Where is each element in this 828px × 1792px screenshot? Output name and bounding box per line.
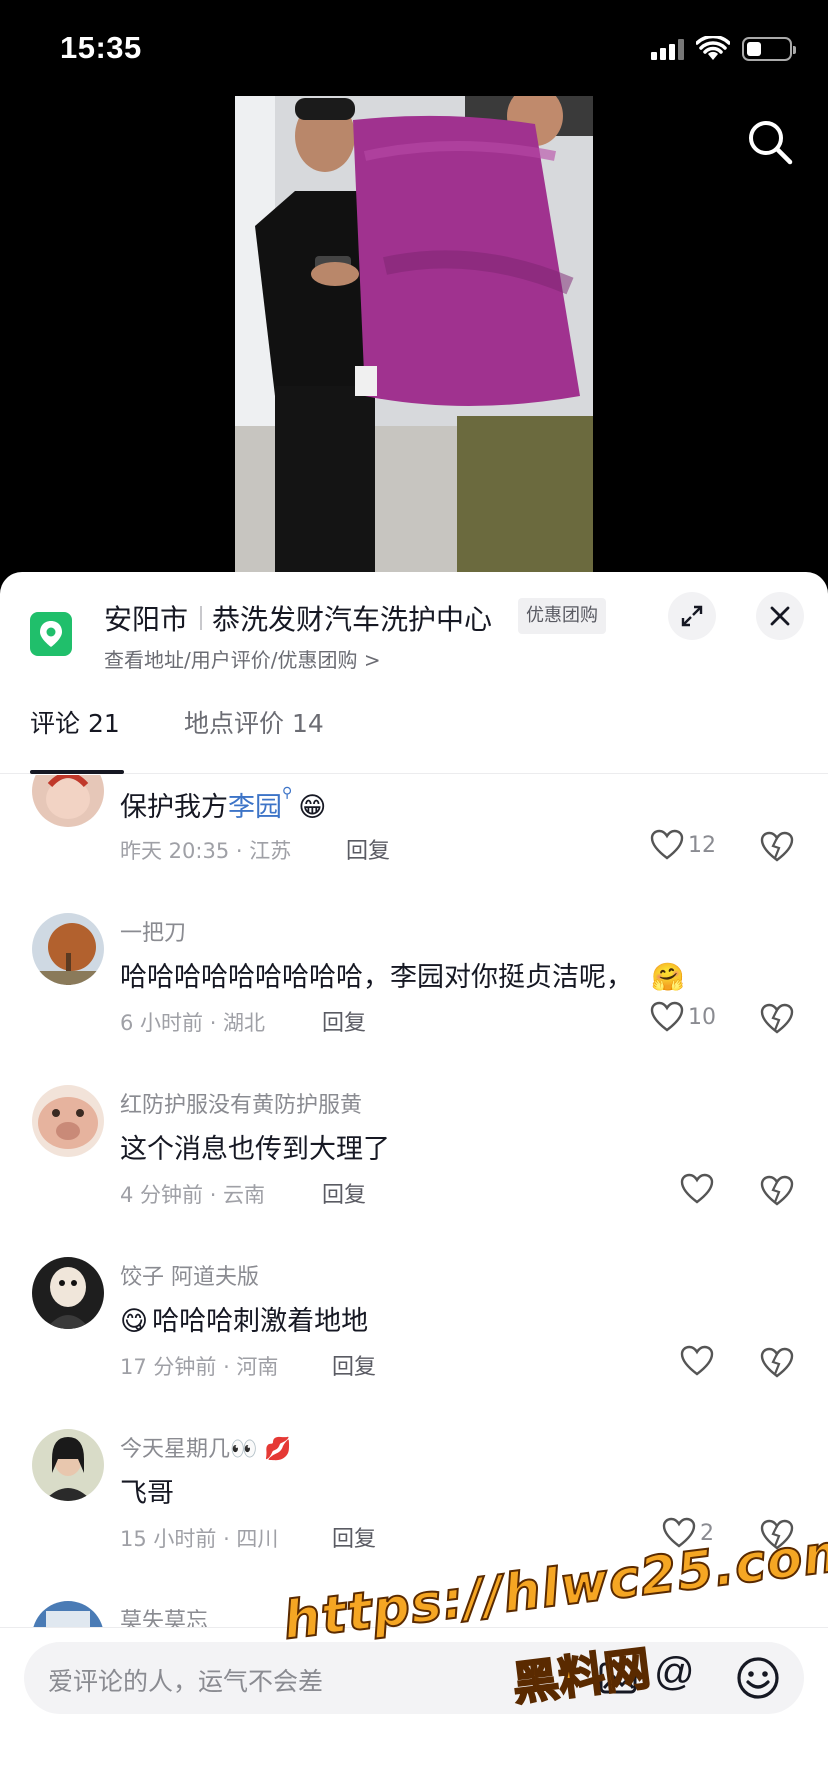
close-button[interactable]	[756, 592, 804, 640]
image-icon[interactable]	[598, 1658, 638, 1698]
promo-tag[interactable]: 优惠团购	[518, 598, 606, 634]
location-links[interactable]: 查看地址/用户评价/优惠团购 >	[104, 644, 381, 673]
tab-comments[interactable]: 评论 21	[30, 704, 120, 740]
search-icon[interactable]	[742, 114, 798, 170]
comment-text: 飞哥	[120, 1478, 174, 1509]
username[interactable]: 一把刀	[120, 915, 186, 947]
heart-icon	[680, 1173, 714, 1204]
broken-heart-icon[interactable]	[760, 1519, 794, 1551]
location-header[interactable]: 安阳市 恭洗发财汽车洗护中心 优惠团购 查看地址/用户评价/优惠团购 >	[0, 572, 828, 682]
username[interactable]: 今天星期几👀 💋	[120, 1431, 292, 1463]
comment-input[interactable]: 爱评论的人，运气不会差 @	[24, 1642, 804, 1714]
comment-meta: 4 分钟前 · 云南	[120, 1183, 266, 1207]
comment-item: 一把刀 哈哈哈哈哈哈哈哈哈，李园对你挺贞洁呢， 🤗 6 小时前 · 湖北 回复 1…	[0, 913, 828, 1085]
reply-button[interactable]: 回复	[322, 1005, 366, 1037]
emoji-icon[interactable]	[734, 1654, 782, 1702]
video-frame	[235, 96, 593, 572]
broken-heart-icon[interactable]	[760, 1003, 794, 1035]
heart-icon	[680, 1345, 714, 1376]
search-icon: ⚲	[282, 785, 293, 801]
like-count: 2	[700, 1520, 714, 1546]
comment-text: 这个消息也传到大理了	[120, 1134, 390, 1165]
comment-text: 哈哈哈哈哈哈哈哈哈，李园对你挺贞洁呢， 🤗	[120, 962, 685, 993]
like-button[interactable]: 12	[650, 829, 716, 861]
location-place[interactable]: 恭洗发财汽车洗护中心	[212, 598, 492, 638]
divider	[200, 606, 202, 630]
expand-icon	[681, 605, 703, 627]
location-pin-icon	[30, 612, 72, 656]
comment-item: 保护我方李园⚲ 😁 昨天 20:35 · 江苏 回复 12	[0, 775, 828, 913]
wifi-icon	[696, 36, 730, 60]
tab-active-indicator	[30, 770, 124, 774]
heart-icon	[650, 1001, 684, 1032]
comment-sheet: 安阳市 恭洗发财汽车洗护中心 优惠团购 查看地址/用户评价/优惠团购 > 评论 …	[0, 572, 828, 1792]
status-icons	[651, 36, 796, 62]
username[interactable]: 饺子 阿道夫版	[120, 1259, 259, 1291]
comment-text: 😋 哈哈哈刺激着地地	[120, 1306, 369, 1337]
location-city: 安阳市	[104, 603, 189, 636]
video-player[interactable]	[0, 96, 828, 572]
video-still	[235, 96, 593, 572]
reply-button[interactable]: 回复	[322, 1177, 366, 1209]
avatar[interactable]	[32, 775, 104, 827]
tab-bar: 评论 21 地点评价 14	[0, 690, 828, 774]
like-count: 12	[688, 832, 716, 858]
comment-item: 红防护服没有黄防护服黄 这个消息也传到大理了 4 分钟前 · 云南 回复	[0, 1085, 828, 1257]
reply-button[interactable]: 回复	[346, 833, 390, 865]
broken-heart-icon[interactable]	[760, 1175, 794, 1207]
comment-meta: 6 小时前 · 湖北	[120, 1011, 266, 1035]
avatar[interactable]	[32, 1085, 104, 1157]
battery-icon	[742, 37, 796, 61]
input-placeholder: 爱评论的人，运气不会差	[48, 1667, 324, 1696]
expand-button[interactable]	[668, 592, 716, 640]
close-icon	[770, 606, 790, 626]
comment-item: 今天星期几👀 💋 飞哥 15 小时前 · 四川 回复 2	[0, 1429, 828, 1601]
like-button[interactable]	[680, 1345, 714, 1377]
reply-button[interactable]: 回复	[332, 1349, 376, 1381]
like-button[interactable]: 2	[662, 1517, 714, 1549]
status-time: 15:35	[60, 30, 142, 65]
username[interactable]: 红防护服没有黄防护服黄	[120, 1087, 362, 1119]
like-button[interactable]: 10	[650, 1001, 716, 1033]
comment-list[interactable]: 保护我方李园⚲ 😁 昨天 20:35 · 江苏 回复 12 一把刀 哈哈哈哈哈哈哈…	[0, 775, 828, 1652]
broken-heart-icon[interactable]	[760, 831, 794, 863]
comment-item: 饺子 阿道夫版 😋 哈哈哈刺激着地地 17 分钟前 · 河南 回复	[0, 1257, 828, 1429]
reply-button[interactable]: 回复	[332, 1521, 376, 1553]
comment-meta: 昨天 20:35 · 江苏	[120, 839, 292, 863]
avatar[interactable]	[32, 913, 104, 985]
like-count: 10	[688, 1004, 716, 1030]
at-icon[interactable]: @	[654, 1650, 695, 1695]
comment-text: 保护我方李园⚲ 😁	[120, 785, 327, 823]
signal-icon	[651, 38, 684, 60]
broken-heart-icon[interactable]	[760, 1347, 794, 1379]
avatar[interactable]	[32, 1257, 104, 1329]
heart-icon	[650, 829, 684, 860]
mention-link[interactable]: 李园	[228, 792, 282, 823]
like-button[interactable]	[680, 1173, 714, 1205]
heart-icon	[662, 1517, 696, 1548]
comment-meta: 17 分钟前 · 河南	[120, 1355, 279, 1379]
avatar[interactable]	[32, 1429, 104, 1501]
comment-input-bar: 爱评论的人，运气不会差 @	[0, 1627, 828, 1792]
tab-place-reviews[interactable]: 地点评价 14	[184, 704, 324, 740]
status-bar: 15:35	[0, 0, 828, 96]
comment-meta: 15 小时前 · 四川	[120, 1527, 279, 1551]
